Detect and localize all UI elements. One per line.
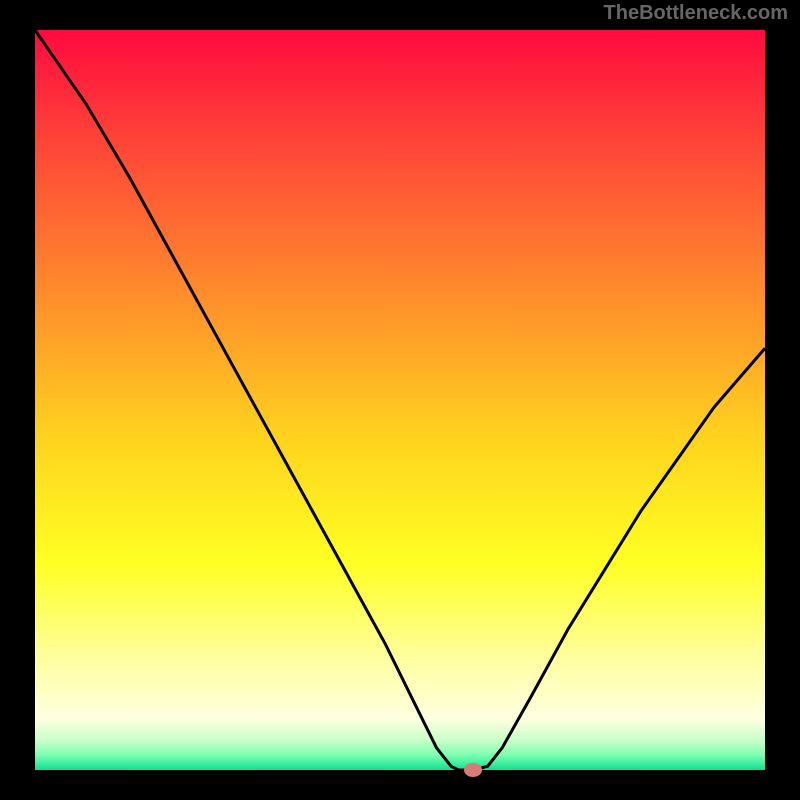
optimum-marker xyxy=(464,763,482,777)
plot-background xyxy=(35,30,765,770)
watermark-text: TheBottleneck.com xyxy=(604,2,788,25)
bottleneck-chart xyxy=(0,0,800,800)
chart-container: { "watermark": "TheBottleneck.com", "cha… xyxy=(0,0,800,800)
